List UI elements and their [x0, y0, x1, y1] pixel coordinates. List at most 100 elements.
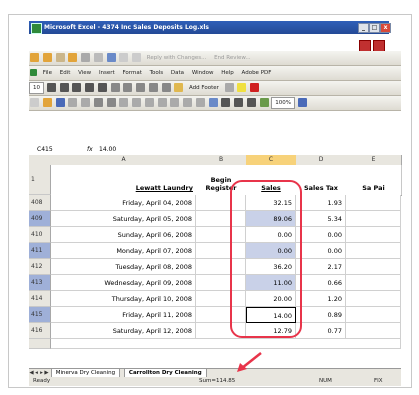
save-icon[interactable]: [55, 98, 65, 107]
tool-icon[interactable]: [93, 53, 103, 62]
header-cell-e[interactable]: Sa Pai: [346, 165, 402, 196]
row-header[interactable]: 412: [29, 259, 51, 275]
sales-tax-cell[interactable]: 0.66: [296, 275, 346, 291]
align-left-icon[interactable]: [59, 83, 69, 92]
sales-tax-cell[interactable]: 0.77: [296, 323, 346, 339]
fill-color-icon[interactable]: [237, 83, 247, 92]
sales-paid-cell[interactable]: [346, 307, 401, 323]
sales-tax-cell[interactable]: 5.34: [296, 211, 346, 227]
borders-icon[interactable]: [224, 83, 234, 92]
sales-tax-cell[interactable]: 1.20: [296, 291, 346, 307]
date-cell[interactable]: Friday, April 04, 2008: [51, 195, 196, 211]
row-header-partial[interactable]: [29, 339, 51, 349]
spelling-icon[interactable]: [119, 98, 129, 107]
open-icon[interactable]: [42, 98, 52, 107]
folder-alt-icon[interactable]: [68, 53, 78, 62]
spreadsheet-grid[interactable]: A B C D E 1 Lewatt Laundry Begin Registe…: [29, 155, 402, 380]
sales-tax-cell[interactable]: 2.17: [296, 259, 346, 275]
row-header[interactable]: 410: [29, 227, 51, 243]
menu-data[interactable]: Data: [168, 66, 187, 80]
review-icon[interactable]: [119, 53, 129, 62]
paste-icon[interactable]: [170, 98, 180, 107]
increase-decimal-icon[interactable]: [148, 83, 158, 92]
chart-wizard-icon[interactable]: [259, 98, 269, 107]
sales-paid-cell[interactable]: [346, 211, 401, 227]
header-cell-a[interactable]: Lewatt Laundry: [51, 165, 197, 196]
sales-tax-cell[interactable]: 0.00: [296, 243, 346, 259]
review-icon[interactable]: [132, 53, 141, 62]
date-cell[interactable]: Tuesday, April 08, 2008: [51, 259, 196, 275]
close-button[interactable]: x: [380, 23, 391, 33]
print-preview-icon[interactable]: [106, 98, 116, 107]
menu-help[interactable]: Help: [218, 66, 237, 80]
name-box[interactable]: C415: [37, 145, 53, 155]
document-icon[interactable]: [55, 53, 65, 62]
autosum-icon[interactable]: [221, 98, 231, 107]
date-cell[interactable]: Monday, April 07, 2008: [51, 243, 196, 259]
sales-tax-cell[interactable]: 1.93: [296, 195, 346, 211]
print-icon[interactable]: [93, 98, 103, 107]
sales-tax-cell[interactable]: 0.89: [296, 307, 346, 323]
row-header[interactable]: 414: [29, 291, 51, 307]
row-header[interactable]: 413: [29, 275, 51, 291]
sort-descending-icon[interactable]: [246, 98, 256, 107]
date-cell[interactable]: Sunday, April 06, 2008: [51, 227, 196, 243]
font-size-select[interactable]: 10: [29, 82, 44, 94]
menu-edit[interactable]: Edit: [57, 66, 74, 80]
menu-insert[interactable]: Insert: [96, 66, 118, 80]
menu-window[interactable]: Window: [189, 66, 217, 80]
sales-paid-cell[interactable]: [346, 323, 401, 339]
sort-ascending-icon[interactable]: [234, 98, 243, 107]
row-header[interactable]: 415: [29, 307, 51, 323]
reply-with-changes-button[interactable]: Reply with Changes...: [144, 51, 210, 65]
row-header[interactable]: 416: [29, 323, 51, 339]
copy-icon[interactable]: [157, 98, 167, 107]
open-folder-icon[interactable]: [30, 53, 39, 62]
add-footer-icon[interactable]: [174, 83, 184, 92]
align-center-icon[interactable]: [72, 83, 82, 92]
restore-button[interactable]: □: [369, 23, 380, 33]
research-icon[interactable]: [132, 98, 141, 107]
new-icon[interactable]: [30, 98, 39, 107]
percent-icon[interactable]: [123, 83, 133, 92]
review-icon[interactable]: [106, 53, 116, 62]
email-icon[interactable]: [81, 98, 90, 107]
date-cell[interactable]: Friday, April 11, 2008: [51, 307, 196, 323]
date-cell[interactable]: Saturday, April 05, 2008: [51, 211, 196, 227]
row-header[interactable]: 411: [29, 243, 51, 259]
row-header[interactable]: 408: [29, 195, 51, 211]
zoom-select[interactable]: 100%: [271, 97, 295, 109]
decrease-decimal-icon[interactable]: [161, 83, 171, 92]
permission-icon[interactable]: [68, 98, 78, 107]
menu-view[interactable]: View: [75, 66, 94, 80]
sales-paid-cell[interactable]: [346, 291, 401, 307]
bold-icon[interactable]: [46, 83, 56, 92]
align-right-icon[interactable]: [85, 83, 94, 92]
row-header[interactable]: 409: [29, 211, 51, 227]
currency-icon[interactable]: [110, 83, 120, 92]
help-icon[interactable]: [297, 98, 307, 107]
redo-icon[interactable]: [195, 98, 205, 107]
merge-center-icon[interactable]: [97, 83, 107, 92]
menu-tools[interactable]: Tools: [147, 66, 167, 80]
header-cell-d[interactable]: Sales Tax: [296, 165, 347, 196]
row-header[interactable]: 1: [29, 165, 51, 195]
sales-paid-cell[interactable]: [346, 243, 401, 259]
end-review-button[interactable]: End Review...: [211, 51, 254, 65]
sales-paid-cell[interactable]: [346, 227, 401, 243]
font-color-icon[interactable]: [250, 83, 260, 92]
date-cell[interactable]: Wednesday, April 09, 2008: [51, 275, 196, 291]
date-cell[interactable]: Saturday, April 12, 2008: [51, 323, 196, 339]
sales-paid-cell[interactable]: [346, 259, 401, 275]
folder-icon[interactable]: [42, 53, 52, 62]
hyperlink-icon[interactable]: [208, 98, 218, 107]
minimize-button[interactable]: _: [358, 23, 369, 33]
tool-icon[interactable]: [81, 53, 90, 62]
add-footer-button[interactable]: Add Footer: [186, 81, 222, 95]
partial-row[interactable]: [51, 339, 401, 349]
menu-adobe-pdf[interactable]: Adobe PDF: [239, 66, 275, 80]
date-cell[interactable]: Thursday, April 10, 2008: [51, 291, 196, 307]
sales-paid-cell[interactable]: [346, 275, 401, 291]
cut-icon[interactable]: [144, 98, 154, 107]
menu-format[interactable]: Format: [119, 66, 144, 80]
